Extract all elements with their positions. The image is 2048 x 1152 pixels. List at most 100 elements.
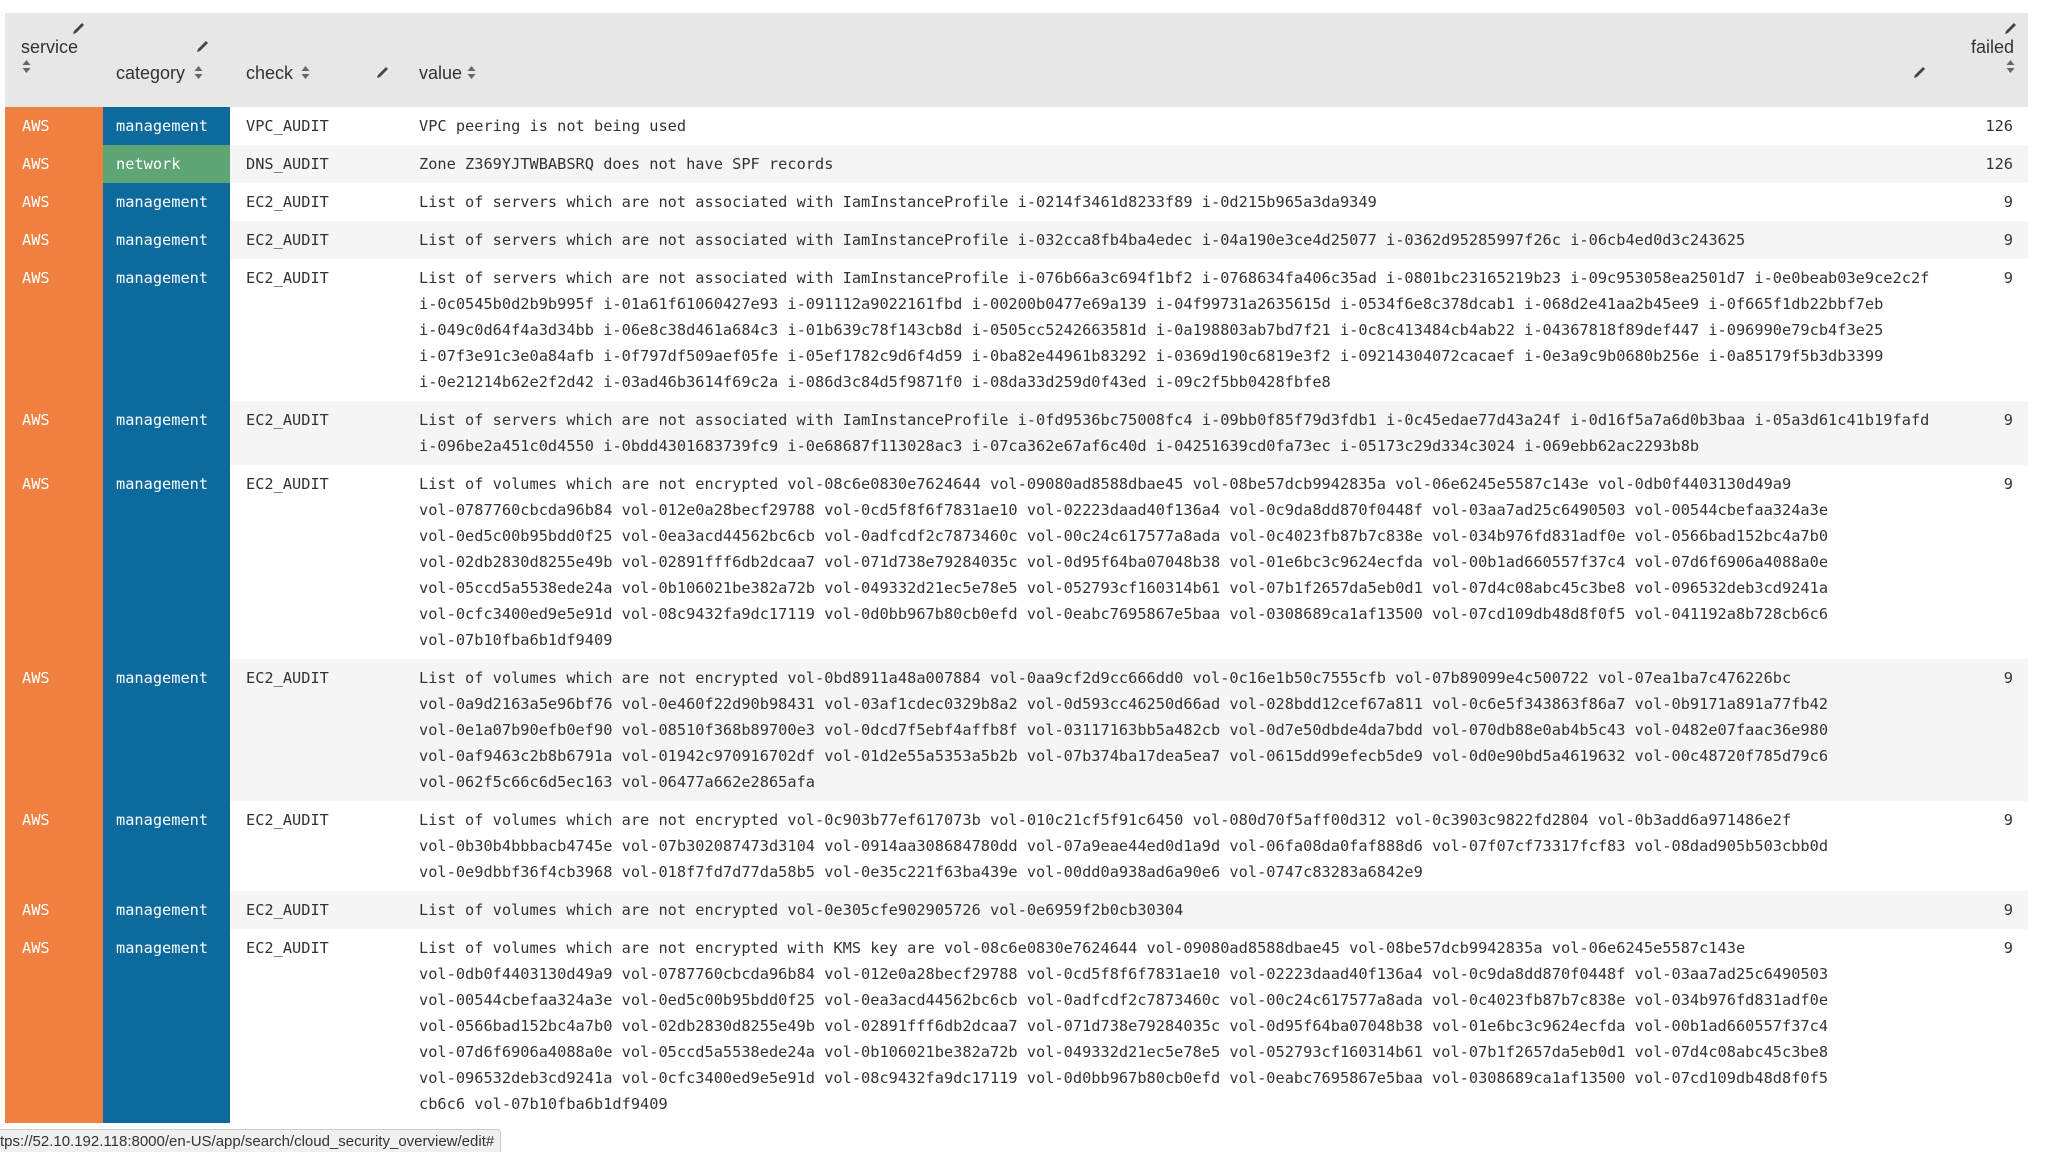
category-cell[interactable]: network xyxy=(103,145,230,183)
value-line: vol-02db2830d8255e49b vol-02891fff6db2dc… xyxy=(419,553,1829,571)
check-cell[interactable]: EC2_AUDIT xyxy=(230,259,404,401)
column-header-service[interactable]: service xyxy=(5,13,103,107)
table-row[interactable]: AWS management EC2_AUDIT List of servers wh… xyxy=(5,183,2028,221)
service-cell[interactable]: AWS xyxy=(5,221,103,259)
category-cell[interactable]: management xyxy=(103,107,230,145)
failed-count-cell[interactable]: 9 xyxy=(1948,183,2028,221)
check-cell[interactable]: EC2_AUDIT xyxy=(230,801,404,891)
category-cell[interactable]: management xyxy=(103,401,230,465)
value-cell[interactable]: List of servers which are not associated… xyxy=(404,183,1948,221)
sort-arrows-icon[interactable] xyxy=(194,65,203,80)
sort-arrows-icon[interactable] xyxy=(2006,59,2015,74)
check-cell[interactable]: EC2_AUDIT xyxy=(230,221,404,259)
failed-count-cell[interactable]: 9 xyxy=(1948,465,2028,659)
column-label-category: category xyxy=(116,63,186,83)
check-cell[interactable]: VPC_AUDIT xyxy=(230,107,404,145)
table-row[interactable]: AWS management EC2_AUDIT List of servers wh… xyxy=(5,259,2028,401)
failed-count-cell[interactable]: 9 xyxy=(1948,929,2028,1123)
failed-count-cell[interactable]: 9 xyxy=(1948,659,2028,801)
status-bar-url: tps://52.10.192.118:8000/en-US/app/searc… xyxy=(0,1129,502,1152)
failed-count-cell[interactable]: 9 xyxy=(1948,259,2028,401)
value-line: vol-0db0f4403130d49a9 vol-0787760cbcda96… xyxy=(419,965,1829,983)
category-cell[interactable]: management xyxy=(103,929,230,1123)
value-cell[interactable]: List of volumes which are not encrypted … xyxy=(404,465,1948,659)
check-cell[interactable]: DNS_AUDIT xyxy=(230,145,404,183)
sort-arrows-icon[interactable] xyxy=(301,65,310,80)
value-line: vol-07d6f6906a4088a0e vol-05ccd5a5538ede… xyxy=(419,1043,1829,1061)
value-cell[interactable]: List of servers which are not associated… xyxy=(404,401,1948,465)
value-line: vol-00544cbefaa324a3e vol-0ed5c00b95bdd0… xyxy=(419,991,1829,1009)
value-line: vol-096532deb3cd9241a vol-0cfc3400ed9e5e… xyxy=(419,1069,1829,1087)
failed-count-cell[interactable]: 126 xyxy=(1948,145,2028,183)
category-cell[interactable]: management xyxy=(103,801,230,891)
failed-count-cell[interactable]: 9 xyxy=(1948,801,2028,891)
results-table-container: service category check value failed AWS … xyxy=(5,13,2028,1152)
value-line: vol-0e1a07b90efb0ef90 vol-08510f368b8970… xyxy=(419,721,1829,739)
service-cell[interactable]: AWS xyxy=(5,145,103,183)
column-header-value[interactable]: value xyxy=(404,13,1948,107)
value-line: List of servers which are not associated… xyxy=(419,411,1930,429)
table-row[interactable]: AWS management EC2_AUDIT List of volumes wh… xyxy=(5,929,2028,1123)
table-row[interactable]: AWS management EC2_AUDIT List of volumes wh… xyxy=(5,659,2028,801)
category-cell[interactable]: management xyxy=(103,465,230,659)
check-cell[interactable]: EC2_AUDIT xyxy=(230,465,404,659)
value-cell[interactable]: List of volumes which are not encrypted … xyxy=(404,929,1948,1123)
check-cell[interactable]: EC2_AUDIT xyxy=(230,401,404,465)
value-line: vol-0b30b4bbbacb4745e vol-07b302087473d3… xyxy=(419,837,1829,855)
value-cell[interactable]: List of servers which are not associated… xyxy=(404,259,1948,401)
service-cell[interactable]: AWS xyxy=(5,659,103,801)
column-header-check[interactable]: check xyxy=(230,13,404,107)
service-cell[interactable]: AWS xyxy=(5,401,103,465)
check-cell[interactable]: EC2_AUDIT xyxy=(230,659,404,801)
value-cell[interactable]: List of volumes which are not encrypted … xyxy=(404,801,1948,891)
value-line: List of volumes which are not encrypted … xyxy=(419,811,1792,829)
column-header-category[interactable]: category xyxy=(103,13,230,107)
table-row[interactable]: AWS management EC2_AUDIT List of volumes wh… xyxy=(5,891,2028,929)
column-header-failed[interactable]: failed xyxy=(1948,13,2028,107)
category-cell[interactable]: management xyxy=(103,659,230,801)
value-line: vol-062f5c66c6d5ec163 vol-06477a662e2865… xyxy=(419,773,816,791)
table-row[interactable]: AWS network DNS_AUDIT Zone Z369YJTWBABSRQ d… xyxy=(5,145,2028,183)
value-line: List of volumes which are not encrypted … xyxy=(419,901,1184,919)
category-cell[interactable]: management xyxy=(103,259,230,401)
check-cell[interactable]: EC2_AUDIT xyxy=(230,929,404,1123)
value-cell[interactable]: List of volumes which are not encrypted … xyxy=(404,659,1948,801)
table-row[interactable]: AWS management VPC_AUDIT VPC peering is not… xyxy=(5,107,2028,145)
value-cell[interactable]: VPC peering is not being used xyxy=(404,107,1948,145)
pencil-icon[interactable] xyxy=(1912,65,1927,80)
check-cell[interactable]: EC2_AUDIT xyxy=(230,183,404,221)
value-cell[interactable]: List of servers which are not associated… xyxy=(404,221,1948,259)
sort-arrows-icon[interactable] xyxy=(467,65,476,80)
failed-count-cell[interactable]: 9 xyxy=(1948,891,2028,929)
pencil-icon[interactable] xyxy=(2003,21,2018,36)
value-cell[interactable]: Zone Z369YJTWBABSRQ does not have SPF re… xyxy=(404,145,1948,183)
sort-arrows-icon[interactable] xyxy=(22,59,31,74)
value-line: List of volumes which are not encrypted … xyxy=(419,939,1746,957)
service-cell[interactable]: AWS xyxy=(5,259,103,401)
table-row[interactable]: AWS management EC2_AUDIT List of servers wh… xyxy=(5,221,2028,259)
category-cell[interactable]: management xyxy=(103,891,230,929)
table-row[interactable]: AWS management EC2_AUDIT List of servers wh… xyxy=(5,401,2028,465)
value-line: Zone Z369YJTWBABSRQ does not have SPF re… xyxy=(419,155,834,173)
service-cell[interactable]: AWS xyxy=(5,929,103,1123)
table-row[interactable]: AWS management EC2_AUDIT List of volumes wh… xyxy=(5,801,2028,891)
service-cell[interactable]: AWS xyxy=(5,183,103,221)
pencil-icon[interactable] xyxy=(375,65,390,80)
value-line: i-049c0d64f4a3d34bb i-06e8c38d461a684c3 … xyxy=(419,321,1884,339)
service-cell[interactable]: AWS xyxy=(5,801,103,891)
pencil-icon[interactable] xyxy=(71,21,86,36)
value-line: i-096be2a451c0d4550 i-0bdd4301683739fc9 … xyxy=(419,437,1700,455)
pencil-icon[interactable] xyxy=(195,39,210,54)
failed-count-cell[interactable]: 9 xyxy=(1948,221,2028,259)
category-cell[interactable]: management xyxy=(103,183,230,221)
value-cell[interactable]: List of volumes which are not encrypted … xyxy=(404,891,1948,929)
table-row[interactable]: AWS management EC2_AUDIT List of volumes wh… xyxy=(5,465,2028,659)
service-cell[interactable]: AWS xyxy=(5,465,103,659)
category-cell[interactable]: management xyxy=(103,221,230,259)
check-cell[interactable]: EC2_AUDIT xyxy=(230,891,404,929)
failed-count-cell[interactable]: 126 xyxy=(1948,107,2028,145)
value-line: vol-0566bad152bc4a7b0 vol-02db2830d8255e… xyxy=(419,1017,1829,1035)
service-cell[interactable]: AWS xyxy=(5,107,103,145)
failed-count-cell[interactable]: 9 xyxy=(1948,401,2028,465)
service-cell[interactable]: AWS xyxy=(5,891,103,929)
